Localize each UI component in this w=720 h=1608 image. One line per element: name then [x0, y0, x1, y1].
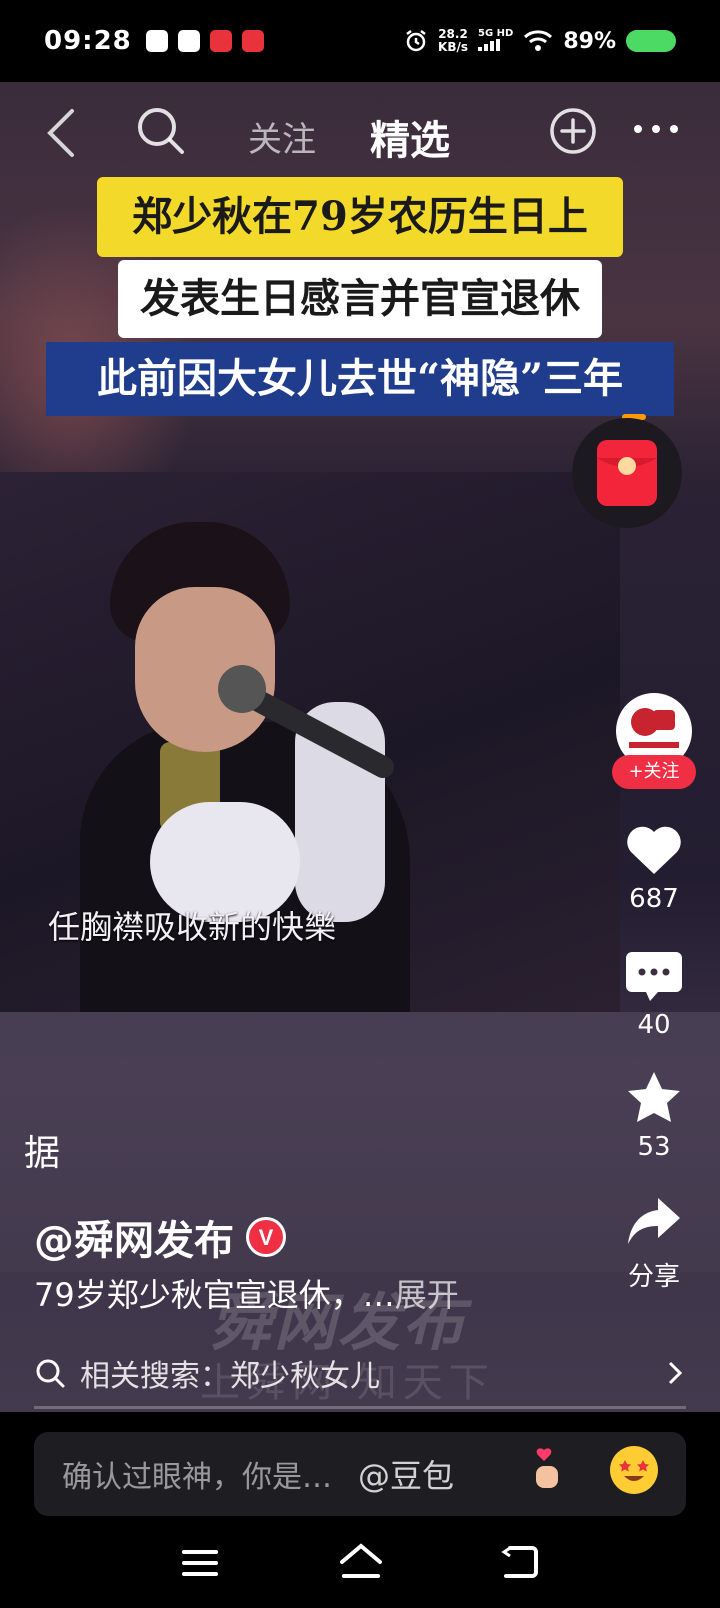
chevron-left-icon[interactable] [40, 107, 84, 159]
comment-bar: 确认过眼神，你是… @豆包 [0, 1412, 720, 1518]
favorite-button[interactable]: 53 [610, 1070, 698, 1162]
mail-notification-icon [177, 30, 200, 52]
status-right: 28.2 KB/s 5G HD 89% [404, 28, 676, 54]
headline-line-2: 发表生日感言并官宣退休 [118, 260, 602, 338]
app-notification-icon [145, 30, 168, 52]
author-name[interactable]: @舜网发布 [34, 1208, 234, 1266]
status-bar: 09:28 28.2 KB/s 5G HD 89% [0, 0, 720, 82]
video-app-notification-icon [209, 30, 232, 52]
svg-text:V: V [259, 1225, 274, 1250]
chevron-right-icon [668, 1361, 683, 1385]
heart-icon [627, 826, 681, 874]
battery-icon [626, 30, 676, 52]
description-text: 79岁郑少秋官宣退休，… [34, 1276, 395, 1314]
video-progress-bar[interactable] [34, 1406, 686, 1409]
red-envelope-icon [597, 440, 657, 506]
back-icon[interactable] [500, 1544, 540, 1580]
plus-circle-icon[interactable] [548, 106, 598, 156]
shunwang-logo-icon [629, 708, 679, 748]
net-speed: 28.2 KB/s [438, 28, 468, 54]
menu-icon[interactable] [182, 1548, 218, 1578]
signal-bars-icon [478, 39, 500, 51]
star-icon [628, 1072, 680, 1122]
favorite-count: 53 [637, 1132, 671, 1162]
net-speed-unit: KB/s [438, 40, 468, 54]
system-nav-bar [0, 1518, 720, 1608]
finger-heart-emoji-icon[interactable] [522, 1444, 570, 1492]
share-arrow-icon [628, 1198, 680, 1244]
mention-doubao[interactable]: @豆包 [358, 1451, 454, 1497]
like-button[interactable]: 687 [610, 822, 698, 914]
alarm-icon [406, 30, 426, 52]
notification-icons [145, 30, 264, 52]
verified-badge-icon: V [246, 1217, 286, 1257]
wifi-icon [524, 30, 553, 51]
battery-percent: 89% [563, 28, 616, 54]
search-icon[interactable] [135, 105, 187, 157]
share-button[interactable]: 分享 [610, 1194, 698, 1293]
microphone-head [218, 665, 266, 713]
more-dots-icon[interactable] [632, 122, 680, 136]
signal-5g: 5G HD [478, 28, 513, 54]
expand-link[interactable]: 展开 [395, 1276, 459, 1314]
related-search-label: 相关搜索：郑少秋女儿 [80, 1359, 380, 1394]
tab-featured[interactable]: 精选 [370, 108, 450, 166]
video-subtitle: 任胸襟吸收新的快樂 [48, 908, 337, 946]
comment-count: 40 [637, 1010, 671, 1040]
author-name-row[interactable]: @舜网发布 V [34, 1208, 286, 1266]
overlay-caption-char: 据 [24, 1133, 61, 1174]
comment-button[interactable]: 40 [610, 948, 698, 1040]
network-label: 5G HD [478, 28, 514, 39]
tab-follow[interactable]: 关注 [248, 112, 316, 161]
search-icon [36, 1359, 65, 1388]
top-nav: 关注 精选 [0, 82, 720, 182]
comment-bubble-icon [626, 952, 682, 1001]
follow-button[interactable]: +关注 [612, 755, 696, 789]
headline-line-1: 郑少秋在79岁农历生日上 [97, 177, 623, 257]
related-search[interactable]: 相关搜索：郑少秋女儿 [34, 1348, 684, 1398]
comment-input[interactable]: 确认过眼神，你是… @豆包 [34, 1432, 686, 1516]
star-eyes-emoji-icon[interactable] [610, 1446, 658, 1494]
headline-line-3: 此前因大女儿去世“神隐”三年 [46, 342, 674, 416]
like-count: 687 [629, 884, 679, 914]
news-app-notification-icon [241, 30, 264, 52]
share-label: 分享 [627, 1262, 680, 1292]
status-time: 09:28 [44, 26, 132, 56]
home-icon[interactable] [338, 1542, 384, 1582]
red-packet-button[interactable] [572, 418, 682, 528]
post-description[interactable]: 79岁郑少秋官宣退休，…展开 [34, 1270, 459, 1316]
comment-placeholder: 确认过眼神，你是… [62, 1460, 332, 1495]
